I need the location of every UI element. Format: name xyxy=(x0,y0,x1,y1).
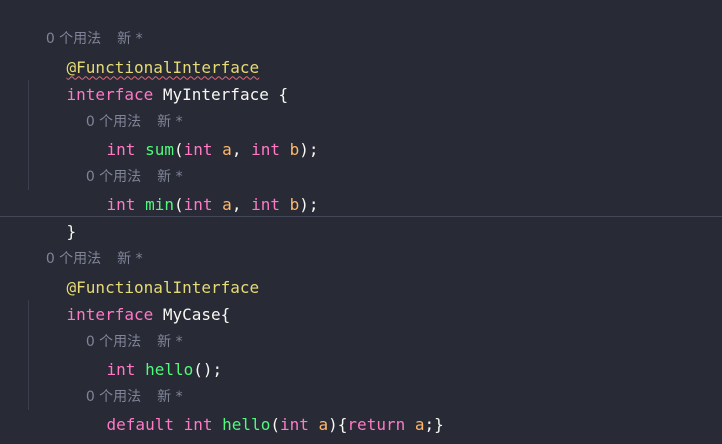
usage-hint[interactable]: 0 个用法新 * xyxy=(68,301,183,350)
code-line[interactable]: default int hello(int a){return a;} xyxy=(68,383,444,434)
body-open: ){ xyxy=(328,414,348,434)
keyword-int: int xyxy=(183,414,213,434)
keyword-int: int xyxy=(251,139,280,159)
code-line[interactable]: interface MyCase{ xyxy=(28,273,231,324)
param-name[interactable]: a xyxy=(222,140,232,159)
keyword-int: int xyxy=(251,194,280,214)
method-name[interactable]: hello xyxy=(222,415,270,434)
paren-semicolon: (); xyxy=(193,359,223,379)
keyword-default: default xyxy=(106,414,174,434)
keyword-int: int xyxy=(279,414,309,434)
paren-open: ( xyxy=(270,414,280,434)
return-value[interactable]: a xyxy=(415,415,425,434)
brace-open: { xyxy=(220,304,231,324)
paren-close: ); xyxy=(299,194,319,214)
code-line[interactable]: int min(int a, int b); xyxy=(68,163,319,214)
param-name[interactable]: a xyxy=(319,415,329,434)
code-line[interactable]: interface MyInterface { xyxy=(28,53,289,104)
keyword-int: int xyxy=(183,139,213,159)
code-line[interactable]: int sum(int a, int b); xyxy=(68,108,319,159)
usage-hint[interactable]: 0 个用法新 * xyxy=(68,356,183,405)
usage-hint[interactable]: 0 个用法新 * xyxy=(68,81,183,130)
body-close: ;} xyxy=(424,414,444,434)
code-line[interactable]: int hello(); xyxy=(68,328,223,379)
code-editor[interactable]: 0 个用法新 * @FunctionalInterface interface … xyxy=(0,0,722,444)
keyword-int: int xyxy=(183,194,213,214)
comma: , xyxy=(231,194,252,214)
method-name[interactable]: min xyxy=(145,195,174,214)
paren-open: ( xyxy=(173,194,184,214)
keyword-return: return xyxy=(347,414,406,434)
brace-open: { xyxy=(268,84,289,104)
code-line[interactable]: } xyxy=(28,410,77,444)
comma: , xyxy=(231,139,252,159)
param-name[interactable]: a xyxy=(222,195,232,214)
param-name[interactable]: b xyxy=(290,140,300,159)
usage-hint[interactable]: 0 个用法新 * xyxy=(28,0,143,47)
code-line[interactable]: @FunctionalInterface xyxy=(28,246,260,297)
usage-hint[interactable]: 0 个用法新 * xyxy=(68,136,183,185)
code-line[interactable]: } xyxy=(28,190,77,241)
keyword-int: int xyxy=(106,194,136,214)
usage-hint[interactable]: 0 个用法新 * xyxy=(28,218,143,267)
code-line[interactable]: @FunctionalInterface xyxy=(28,26,260,77)
paren-close: ); xyxy=(299,139,319,159)
param-name[interactable]: b xyxy=(290,195,300,214)
